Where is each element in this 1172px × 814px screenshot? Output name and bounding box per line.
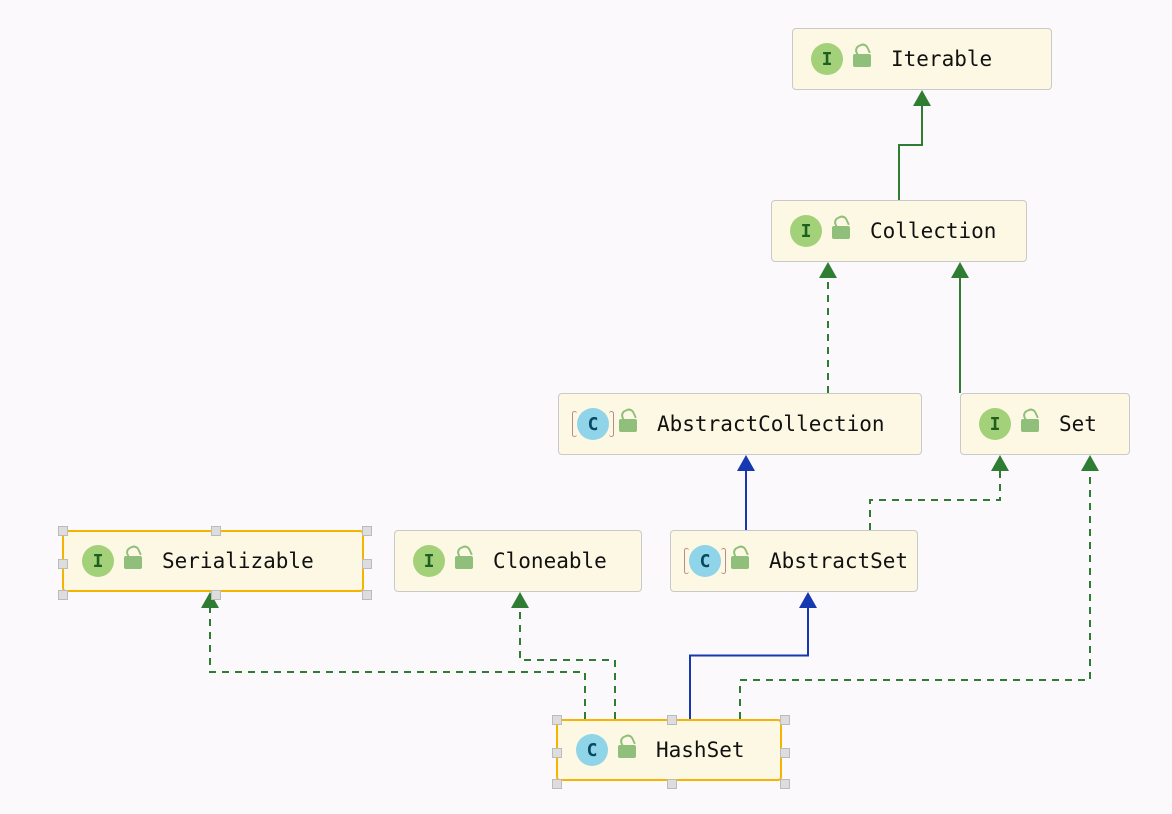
edge-line [740, 469, 1090, 719]
arrowhead-icon [913, 90, 931, 106]
selection-handle[interactable] [780, 748, 790, 758]
node-abstractcollection[interactable]: C AbstractCollection [558, 393, 922, 455]
edge-line [870, 469, 1000, 530]
node-cloneable[interactable]: I Cloneable [394, 530, 642, 592]
edge-line [899, 104, 922, 200]
unlock-icon [731, 553, 751, 569]
node-label: Iterable [891, 47, 992, 71]
selection-handle[interactable] [552, 715, 562, 725]
interface-icon: I [82, 545, 114, 577]
edge-line [520, 606, 615, 719]
interface-icon: I [979, 408, 1011, 440]
abstract-class-icon: C [577, 408, 609, 440]
node-abstractset[interactable]: C AbstractSet [670, 530, 918, 592]
selection-handle[interactable] [362, 526, 372, 536]
node-label: Collection [870, 219, 996, 243]
node-label: Serializable [162, 549, 314, 573]
edge-line [210, 606, 585, 719]
unlock-icon [618, 742, 638, 758]
node-label: Cloneable [493, 549, 607, 573]
node-iterable[interactable]: I Iterable [792, 28, 1052, 90]
arrowhead-icon [951, 262, 969, 278]
unlock-icon [1021, 416, 1041, 432]
arrowhead-icon [511, 592, 529, 608]
arrowhead-icon [819, 262, 837, 278]
selection-handle[interactable] [667, 715, 677, 725]
node-collection[interactable]: I Collection [771, 200, 1027, 262]
selection-handle[interactable] [362, 559, 372, 569]
node-hashset[interactable]: C HashSet [556, 719, 782, 781]
selection-handle[interactable] [552, 779, 562, 789]
selection-handle[interactable] [362, 590, 372, 600]
interface-icon: I [413, 545, 445, 577]
diagram-canvas: I Iterable I Collection C AbstractCollec… [0, 0, 1172, 814]
unlock-icon [124, 553, 144, 569]
selection-handle[interactable] [667, 779, 677, 789]
node-label: AbstractCollection [657, 412, 885, 436]
selection-handle[interactable] [58, 559, 68, 569]
arrowhead-icon [799, 592, 817, 608]
selection-handle[interactable] [211, 590, 221, 600]
node-set[interactable]: I Set [960, 393, 1130, 455]
abstract-class-icon: C [689, 545, 721, 577]
selection-handle[interactable] [552, 748, 562, 758]
node-label: AbstractSet [769, 549, 908, 573]
selection-handle[interactable] [211, 526, 221, 536]
unlock-icon [455, 553, 475, 569]
unlock-icon [619, 416, 639, 432]
interface-icon: I [790, 215, 822, 247]
unlock-icon [853, 51, 873, 67]
node-label: HashSet [656, 738, 745, 762]
node-label: Set [1059, 412, 1097, 436]
unlock-icon [832, 223, 852, 239]
class-icon: C [576, 734, 608, 766]
interface-icon: I [811, 43, 843, 75]
node-serializable[interactable]: I Serializable [62, 530, 364, 592]
selection-handle[interactable] [58, 526, 68, 536]
selection-handle[interactable] [780, 779, 790, 789]
arrowhead-icon [737, 455, 755, 471]
arrowhead-icon [1081, 455, 1099, 471]
arrowhead-icon [991, 455, 1009, 471]
selection-handle[interactable] [780, 715, 790, 725]
edge-line [690, 606, 808, 719]
selection-handle[interactable] [58, 590, 68, 600]
